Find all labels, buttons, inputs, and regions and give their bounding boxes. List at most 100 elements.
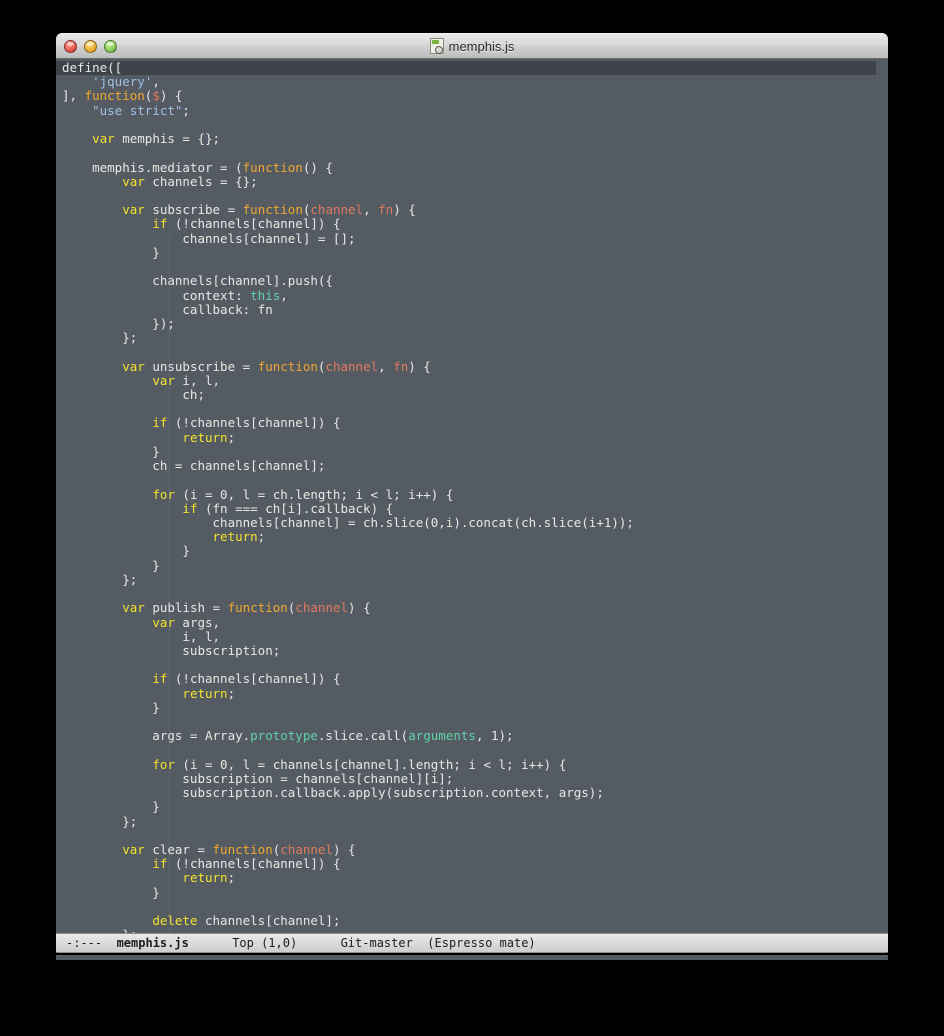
code-line[interactable]: ch = channels[channel]; [56,459,876,473]
code-line[interactable]: return; [56,430,876,445]
code-line[interactable]: subscription = channels[channel][i]; [56,771,876,786]
code-line[interactable]: if (!channels[channel]) { [56,416,876,430]
code-token-kw: if [152,856,168,872]
code-line[interactable]: callback: fn [56,301,876,317]
code-line[interactable]: }; [56,572,876,587]
code-line[interactable]: } [56,800,876,814]
code-line[interactable]: var memphis = {}; [56,131,876,146]
code-token-pl: (i = 0, l = channels[channel].length; i … [174,756,567,772]
code-line[interactable]: }; [56,331,876,345]
code-token-pl: } [62,244,160,260]
code-line[interactable] [56,900,876,914]
code-line[interactable]: for (i = 0, l = ch.length; i < l; i++) { [56,487,876,502]
code-line[interactable] [56,744,876,758]
code-line[interactable]: var publish = function(channel) { [56,601,876,615]
code-line[interactable] [56,658,876,672]
code-token-fn: function [242,159,303,175]
code-line[interactable]: } [56,244,876,260]
desktop-backdrop: memphis.js define([ 'jquery',], function… [0,0,944,1036]
editor-text-area[interactable]: define([ 'jquery',], function($) { "use … [56,59,888,933]
code-line[interactable]: if (!channels[channel]) { [56,857,876,871]
minimize-button-icon[interactable] [84,39,97,53]
code-line[interactable]: if (!channels[channel]) { [56,672,876,686]
code-token-pl: callback: fn [62,301,273,317]
code-line[interactable] [56,345,876,359]
emacs-window[interactable]: memphis.js define([ 'jquery',], function… [56,33,888,955]
code-line[interactable]: } [56,700,876,715]
code-line[interactable] [56,473,876,487]
code-line[interactable]: args = Array.prototype.slice.call(argume… [56,729,876,743]
modeline-gap-4 [413,936,427,950]
code-token-kw: var [152,372,175,388]
code-line[interactable]: define([ [56,60,876,76]
code-line[interactable]: channels[channel] = ch.slice(0,i).concat… [56,515,876,530]
code-line[interactable]: return; [56,530,876,544]
code-line[interactable]: var i, l, [56,372,876,388]
code-token-fn: function [242,202,303,218]
code-token-pl: channels[channel] = []; [62,230,356,246]
window-controls[interactable] [64,34,117,58]
code-token-pl: (!channels[channel]) { [167,216,341,232]
code-line[interactable]: subscription.callback.apply(subscription… [56,786,876,800]
code-token-pl: (!channels[channel]) { [167,671,341,687]
code-token-kw: if [182,500,198,516]
code-line[interactable]: memphis.mediator = (function() { [56,159,876,175]
code-line[interactable]: var subscribe = function(channel, fn) { [56,203,876,217]
close-button-icon[interactable] [64,39,77,53]
code-line[interactable]: if (!channels[channel]) { [56,217,876,231]
code-token-par: fn [378,202,394,218]
window-title: memphis.js [448,38,515,54]
code-line[interactable]: if (fn === ch[i].callback) { [56,500,876,516]
code-line[interactable]: ch; [56,387,876,402]
code-line[interactable] [56,402,876,416]
code-line[interactable]: var channels = {}; [56,174,876,189]
code-line[interactable] [56,146,876,160]
code-line[interactable]: context: this, [56,288,876,303]
code-token-kw: var [122,842,145,858]
code-line[interactable]: return; [56,686,876,701]
code-token-pl: , [152,74,160,90]
code-line[interactable]: } [56,885,876,900]
code-line[interactable]: } [56,558,876,573]
window-titlebar[interactable]: memphis.js [56,33,888,59]
code-token-pl: ) { [159,88,183,104]
code-line[interactable] [56,118,876,132]
code-line[interactable]: for (i = 0, l = channels[channel].length… [56,756,876,772]
code-line[interactable]: channels[channel].push({ [56,274,876,288]
code-line[interactable]: 'jquery', [56,75,876,89]
code-line[interactable]: return; [56,871,876,885]
code-line[interactable]: var clear = function(channel) { [56,842,876,858]
code-token-kw: var [122,600,145,616]
code-line[interactable] [56,260,876,274]
code-line[interactable]: }; [56,814,876,829]
code-line[interactable] [56,587,876,601]
code-line[interactable]: var unsubscribe = function(channel, fn) … [56,359,876,374]
code-token-par: channel [295,600,349,616]
code-line[interactable]: subscription; [56,643,876,658]
code-line[interactable]: } [56,444,876,459]
code-line[interactable] [56,189,876,203]
code-line[interactable]: ], function($) { [56,89,876,103]
source-code[interactable]: define([ 'jquery',], function($) { "use … [56,59,876,933]
modeline-gap-2 [189,936,232,950]
code-line[interactable]: "use strict"; [56,103,876,118]
modeline-position: Top (1,0) [232,936,298,950]
code-token-pl: (!channels[channel]) { [167,856,341,872]
modeline-buffer-name: memphis.js [116,936,189,950]
code-line[interactable]: } [56,544,876,558]
code-line[interactable]: }; [56,928,876,933]
code-line[interactable]: }); [56,316,876,331]
code-line[interactable]: delete channels[channel]; [56,914,876,928]
code-line[interactable]: i, l, [56,629,876,644]
code-line[interactable] [56,829,876,843]
code-token-kw: if [152,415,168,431]
code-line[interactable] [56,715,876,729]
code-line[interactable]: var args, [56,615,876,630]
zoom-button-icon[interactable] [104,39,117,53]
code-token-pl: }; [62,927,137,933]
code-line[interactable]: channels[channel] = []; [56,230,876,246]
